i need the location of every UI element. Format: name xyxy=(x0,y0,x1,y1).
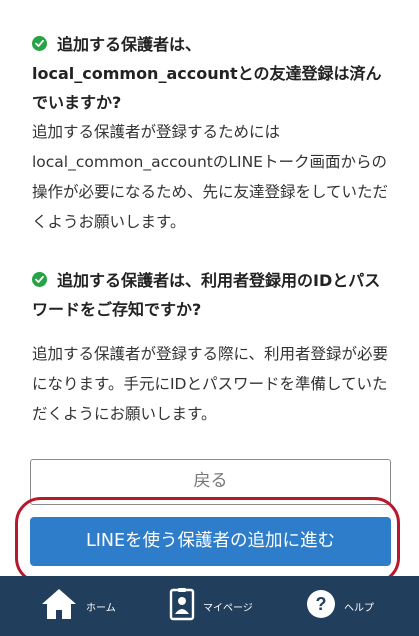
bottom-navigation: ホーム マイページ ? ヘルプ xyxy=(0,576,419,636)
svg-text:?: ? xyxy=(316,594,327,614)
proceed-add-line-guardian-button[interactable]: LINEを使う保護者の追加に進む xyxy=(30,517,391,566)
question-1-title: 追加する保護者は、local_common_accountとの友達登録は済んでい… xyxy=(32,30,392,117)
nav-mypage[interactable]: マイページ xyxy=(169,576,253,636)
question-1-body: 追加する保護者が登録するためにはlocal_common_accountのLIN… xyxy=(32,123,389,231)
help-icon: ? xyxy=(306,589,336,623)
check-circle-icon xyxy=(32,36,47,51)
question-2-title: 追加する保護者は、利用者登録用のIDとパスワードをご存知ですか? xyxy=(32,266,392,324)
nav-help-label: ヘルプ xyxy=(344,602,374,614)
nav-mypage-label: マイページ xyxy=(203,602,253,614)
nav-help[interactable]: ? ヘルプ xyxy=(306,576,374,636)
question-2-body: 追加する保護者が登録する際に、利用者登録が必要になります。手元にIDとパスワード… xyxy=(32,345,389,423)
id-card-icon xyxy=(169,587,195,625)
content-area: 追加する保護者は、local_common_accountとの友達登録は済んでい… xyxy=(0,0,419,584)
back-button[interactable]: 戻る xyxy=(30,459,391,505)
question-2-title-text: 追加する保護者は、利用者登録用のIDとパスワードをご存知ですか? xyxy=(32,271,381,319)
nav-home[interactable]: ホーム xyxy=(40,576,116,636)
nav-home-label: ホーム xyxy=(86,602,116,614)
question-1-title-text: 追加する保護者は、local_common_accountとの友達登録は済んでい… xyxy=(32,35,382,112)
home-icon xyxy=(40,587,78,625)
check-circle-icon xyxy=(32,272,47,287)
